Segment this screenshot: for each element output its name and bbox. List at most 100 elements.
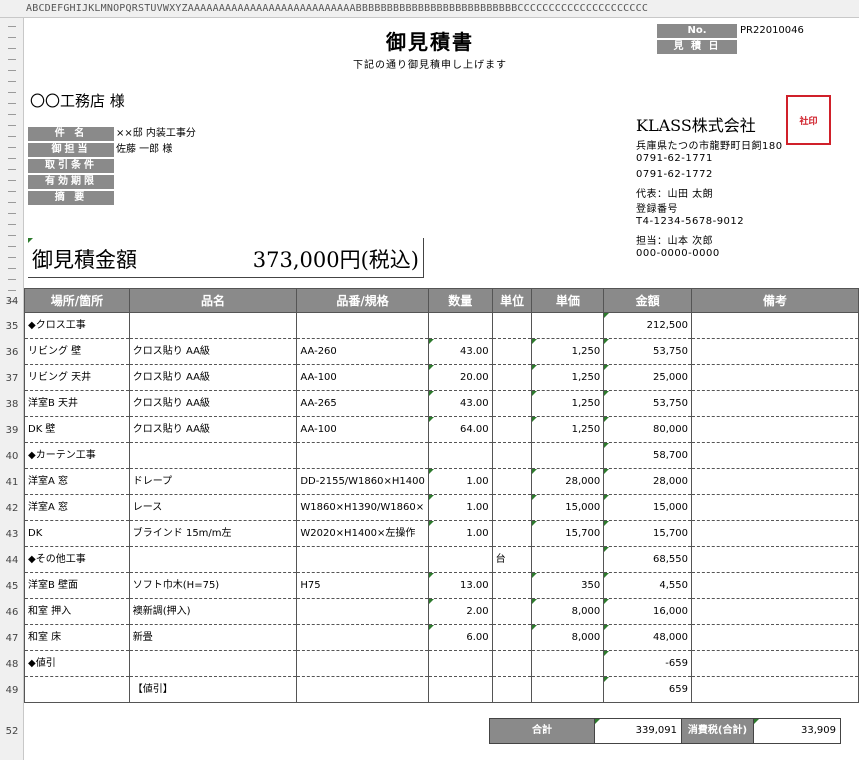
cell-part-number[interactable]: AA-100	[296, 364, 429, 391]
cell-notes[interactable]	[690, 572, 859, 599]
cell-part-number[interactable]: H75	[296, 572, 429, 599]
cell-unit[interactable]	[491, 650, 533, 677]
cell-notes[interactable]	[690, 468, 859, 495]
cell-item-name[interactable]: ブラインド 15m/m左	[128, 520, 298, 547]
cell-notes[interactable]	[690, 624, 859, 651]
cell-unit[interactable]	[491, 598, 533, 625]
row-number[interactable]: 35	[0, 321, 24, 332]
cell-unit-price[interactable]	[531, 546, 605, 573]
cell-unit-price[interactable]	[531, 442, 605, 469]
cell-unit-price[interactable]: 1,250	[531, 364, 605, 391]
cell-unit-price[interactable]: 28,000	[531, 468, 605, 495]
cell-amount[interactable]: 16,000	[603, 598, 692, 625]
cell-part-number[interactable]: AA-260	[296, 338, 429, 365]
cell-location[interactable]: 洋室A 窓	[24, 494, 130, 521]
cell-location[interactable]: 洋室B 壁面	[24, 572, 130, 599]
row-number[interactable]: 45	[0, 581, 24, 592]
cell-quantity[interactable]: 20.00	[427, 364, 493, 391]
cell-item-name[interactable]: レース	[128, 494, 298, 521]
row-number[interactable]: 36	[0, 347, 24, 358]
cell-location[interactable]: 洋室B 天井	[24, 390, 130, 417]
cell-location[interactable]: 和室 床	[24, 624, 130, 651]
cell-amount[interactable]: 659	[603, 676, 692, 703]
cell-item-name[interactable]: クロス貼り AA級	[128, 416, 298, 443]
cell-part-number[interactable]: W1860×H1390/W1860×	[296, 494, 429, 521]
cell-unit[interactable]	[491, 390, 533, 417]
cell-unit-price[interactable]: 1,250	[531, 338, 605, 365]
cell-part-number[interactable]	[296, 676, 429, 703]
cell-item-name[interactable]	[128, 312, 298, 339]
cell-location[interactable]: 和室 押入	[24, 598, 130, 625]
cell-part-number[interactable]	[296, 442, 429, 469]
row-number[interactable]: 34	[0, 296, 24, 307]
row-number[interactable]: 52	[0, 726, 24, 737]
cell-quantity[interactable]: 43.00	[427, 338, 493, 365]
cell-unit-price[interactable]	[531, 312, 605, 339]
cell-amount[interactable]: -659	[603, 650, 692, 677]
row-number[interactable]: 48	[0, 659, 24, 670]
cell-item-name[interactable]: 【値引】	[128, 676, 298, 703]
cell-location[interactable]: 洋室A 窓	[24, 468, 130, 495]
cell-notes[interactable]	[690, 312, 859, 339]
cell-amount[interactable]: 48,000	[603, 624, 692, 651]
cell-item-name[interactable]	[128, 442, 298, 469]
cell-amount[interactable]: 25,000	[603, 364, 692, 391]
cell-unit-price[interactable]: 350	[531, 572, 605, 599]
cell-notes[interactable]	[690, 598, 859, 625]
cell-unit[interactable]	[491, 312, 533, 339]
cell-location[interactable]: DK	[24, 520, 130, 547]
cell-notes[interactable]	[690, 442, 859, 469]
cell-amount[interactable]: 53,750	[603, 390, 692, 417]
cell-quantity[interactable]: 43.00	[427, 390, 493, 417]
cell-item-name[interactable]: クロス貼り AA級	[128, 364, 298, 391]
cell-amount[interactable]: 28,000	[603, 468, 692, 495]
cell-location[interactable]: リビング 天井	[24, 364, 130, 391]
header-quantity[interactable]: 数量	[427, 288, 493, 313]
cell-quantity[interactable]: 1.00	[427, 494, 493, 521]
cell-part-number[interactable]: AA-100	[296, 416, 429, 443]
cell-unit-price[interactable]: 8,000	[531, 598, 605, 625]
cell-unit-price[interactable]: 15,700	[531, 520, 605, 547]
cell-unit-price[interactable]: 8,000	[531, 624, 605, 651]
cell-quantity[interactable]	[427, 312, 493, 339]
cell-quantity[interactable]: 64.00	[427, 416, 493, 443]
header-item-name[interactable]: 品名	[128, 288, 298, 313]
row-number[interactable]: 37	[0, 373, 24, 384]
cell-part-number[interactable]	[296, 546, 429, 573]
header-unit-price[interactable]: 単価	[531, 288, 605, 313]
cell-amount[interactable]: 4,550	[603, 572, 692, 599]
cell-item-name[interactable]: クロス貼り AA級	[128, 338, 298, 365]
estimate-amount-box[interactable]: 御見積金額 373,000円(税込)	[28, 238, 424, 278]
row-number[interactable]: 40	[0, 451, 24, 462]
row-header-gutter[interactable]: 34 35 36 37 38 39 40 41 42 43 44 45 46 47 48 49 52	[0, 18, 24, 760]
cell-location[interactable]: ◆カーテン工事	[24, 442, 130, 469]
header-location[interactable]: 場所/箇所	[24, 288, 130, 313]
cell-notes[interactable]	[690, 416, 859, 443]
cell-notes[interactable]	[690, 338, 859, 365]
cell-unit[interactable]	[491, 442, 533, 469]
cell-unit[interactable]	[491, 468, 533, 495]
row-number[interactable]: 49	[0, 685, 24, 696]
cell-location[interactable]: ◆値引	[24, 650, 130, 677]
cell-notes[interactable]	[690, 390, 859, 417]
cell-unit-price[interactable]: 1,250	[531, 416, 605, 443]
cell-amount[interactable]: 80,000	[603, 416, 692, 443]
cell-unit[interactable]	[491, 416, 533, 443]
cell-part-number[interactable]: W2020×H1400×左操作	[296, 520, 429, 547]
cell-location[interactable]: リビング 壁	[24, 338, 130, 365]
cell-item-name[interactable]: クロス貼り AA級	[128, 390, 298, 417]
tax-value[interactable]: 33,909	[753, 718, 841, 744]
cell-unit[interactable]	[491, 364, 533, 391]
cell-location[interactable]: DK 壁	[24, 416, 130, 443]
row-number[interactable]: 46	[0, 607, 24, 618]
cell-amount[interactable]: 68,550	[603, 546, 692, 573]
cell-unit[interactable]	[491, 676, 533, 703]
header-amount[interactable]: 金額	[603, 288, 692, 313]
cell-item-name[interactable]	[128, 546, 298, 573]
cell-amount[interactable]: 212,500	[603, 312, 692, 339]
cell-quantity[interactable]	[427, 676, 493, 703]
cell-amount[interactable]: 58,700	[603, 442, 692, 469]
cell-location[interactable]: ◆その他工事	[24, 546, 130, 573]
cell-unit-price[interactable]: 1,250	[531, 390, 605, 417]
cell-quantity[interactable]	[427, 650, 493, 677]
